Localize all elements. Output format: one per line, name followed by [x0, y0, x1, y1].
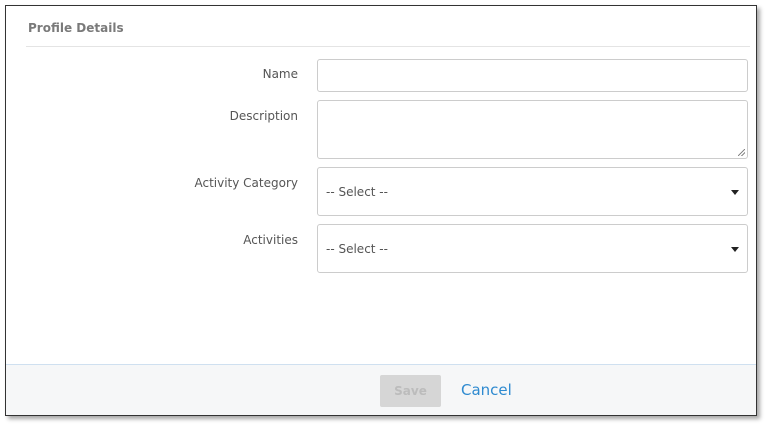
resize-handle-icon[interactable] [738, 149, 745, 156]
activity-category-value: -- Select -- [326, 184, 388, 199]
name-label: Name [262, 67, 298, 81]
activities-select[interactable]: -- Select -- [317, 224, 748, 273]
cancel-link[interactable]: Cancel [461, 381, 512, 399]
activities-label: Activities [243, 233, 298, 247]
description-label: Description [229, 109, 298, 123]
caret-down-icon [731, 189, 739, 195]
name-input[interactable] [317, 59, 748, 92]
activities-value: -- Select -- [326, 241, 388, 256]
activity-category-label: Activity Category [194, 176, 298, 190]
activity-category-select[interactable]: -- Select -- [317, 167, 748, 216]
panel-title: Profile Details [28, 21, 124, 35]
save-button[interactable]: Save [380, 375, 441, 407]
description-textarea[interactable] [317, 100, 748, 159]
caret-down-icon [731, 246, 739, 252]
divider [26, 46, 750, 47]
dialog-footer: Save Cancel [6, 364, 756, 415]
profile-details-dialog: Profile Details Name Description Activit… [5, 5, 757, 416]
